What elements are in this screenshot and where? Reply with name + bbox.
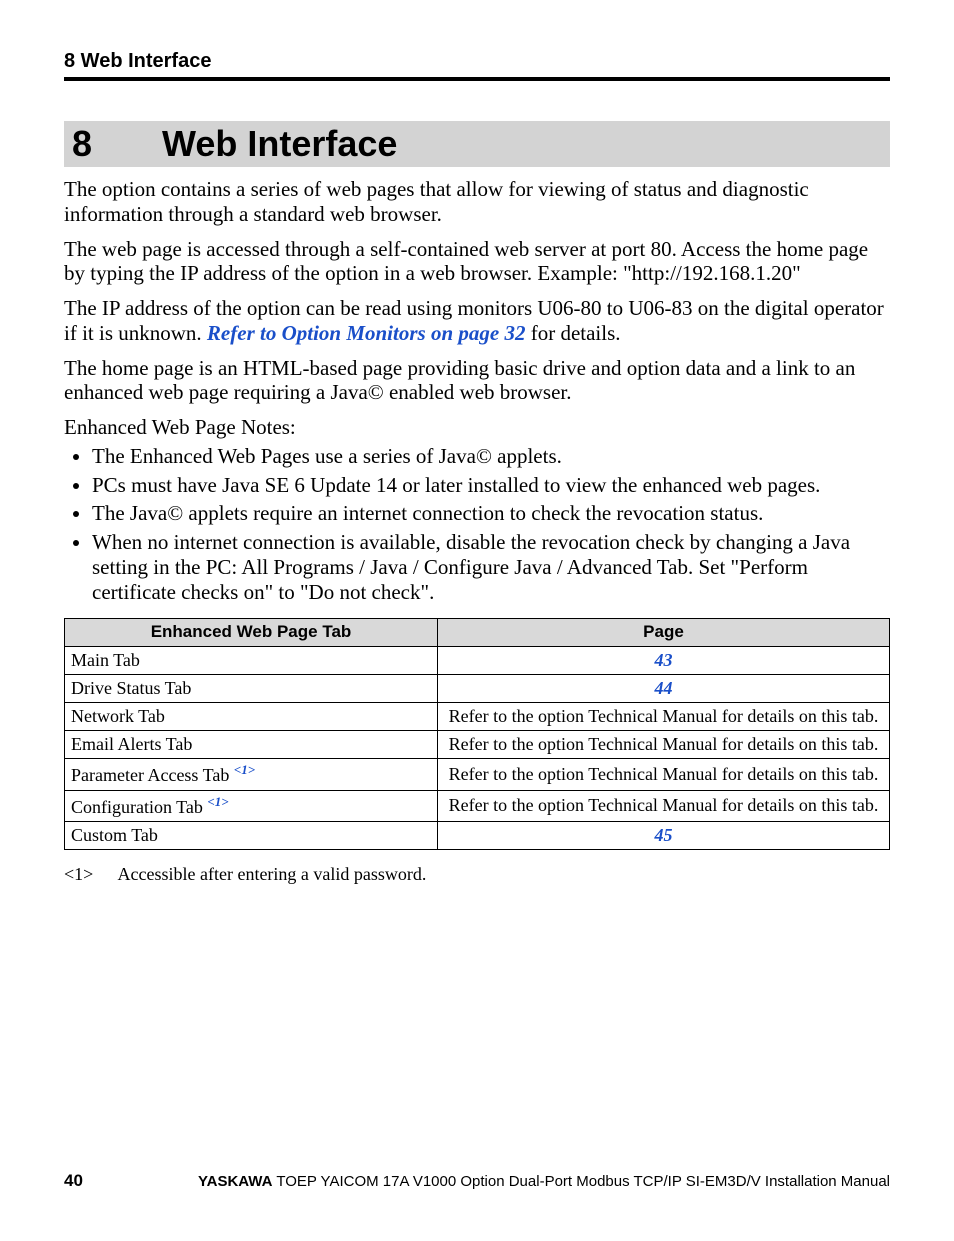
running-header: 8 Web Interface: [64, 50, 890, 81]
paragraph: The option contains a series of web page…: [64, 177, 890, 227]
tab-label: Custom Tab: [71, 825, 158, 845]
tab-label: Parameter Access Tab: [71, 765, 234, 785]
table-cell-tab: Email Alerts Tab: [65, 731, 438, 759]
table-row: Custom Tab 45: [65, 821, 890, 849]
notes-list: The Enhanced Web Pages use a series of J…: [64, 444, 890, 605]
table-cell-tab: Parameter Access Tab <1>: [65, 759, 438, 790]
table-cell-tab: Custom Tab: [65, 821, 438, 849]
footer-text: YASKAWA TOEP YAICOM 17A V1000 Option Dua…: [198, 1173, 890, 1190]
table-row: Parameter Access Tab <1> Refer to the op…: [65, 759, 890, 790]
table-cell-page: Refer to the option Technical Manual for…: [438, 703, 890, 731]
page-number: 40: [64, 1171, 83, 1191]
tab-label: Email Alerts Tab: [71, 734, 192, 754]
table-row: Main Tab 43: [65, 646, 890, 674]
page-link[interactable]: 43: [655, 650, 673, 670]
table-cell-page: 45: [438, 821, 890, 849]
table-cell-tab: Configuration Tab <1>: [65, 790, 438, 821]
table-cell-tab: Network Tab: [65, 703, 438, 731]
page-link[interactable]: 44: [655, 678, 673, 698]
chapter-heading: 8 Web Interface: [64, 121, 890, 167]
table-cell-page: Refer to the option Technical Manual for…: [438, 790, 890, 821]
footer-rest: TOEP YAICOM 17A V1000 Option Dual-Port M…: [272, 1173, 890, 1190]
table-row: Network Tab Refer to the option Technica…: [65, 703, 890, 731]
text-run: for details.: [525, 321, 620, 345]
paragraph: The IP address of the option can be read…: [64, 296, 890, 346]
table-cell-page: 44: [438, 674, 890, 702]
paragraph: Enhanced Web Page Notes:: [64, 415, 890, 440]
table-cell-page: 43: [438, 646, 890, 674]
page-link[interactable]: 45: [655, 825, 673, 845]
body-text: The option contains a series of web page…: [64, 177, 890, 885]
enhanced-web-page-table: Enhanced Web Page Tab Page Main Tab 43 D…: [64, 618, 890, 850]
footnote-text: Accessible after entering a valid passwo…: [118, 864, 427, 884]
tab-label: Configuration Tab: [71, 797, 207, 817]
page-text: Refer to the option Technical Manual for…: [449, 706, 879, 726]
table-header-row: Enhanced Web Page Tab Page: [65, 619, 890, 646]
chapter-number: 8: [72, 123, 162, 165]
table-row: Configuration Tab <1> Refer to the optio…: [65, 790, 890, 821]
footnote-marker: <1>: [207, 794, 228, 809]
list-item: When no internet connection is available…: [92, 530, 890, 604]
table-header-page: Page: [438, 619, 890, 646]
table-footnote: <1> Accessible after entering a valid pa…: [64, 864, 890, 885]
chapter-title: Web Interface: [162, 123, 397, 165]
page-text: Refer to the option Technical Manual for…: [449, 764, 879, 784]
footer-brand: YASKAWA: [198, 1173, 272, 1190]
page-text: Refer to the option Technical Manual for…: [449, 795, 879, 815]
list-item: PCs must have Java SE 6 Update 14 or lat…: [92, 473, 890, 498]
paragraph: The home page is an HTML-based page prov…: [64, 356, 890, 406]
table-cell-tab: Main Tab: [65, 646, 438, 674]
table-row: Email Alerts Tab Refer to the option Tec…: [65, 731, 890, 759]
table-row: Drive Status Tab 44: [65, 674, 890, 702]
table-cell-page: Refer to the option Technical Manual for…: [438, 759, 890, 790]
tab-label: Main Tab: [71, 650, 140, 670]
table-cell-tab: Drive Status Tab: [65, 674, 438, 702]
footnote-key: <1>: [64, 864, 114, 885]
cross-reference-link[interactable]: Refer to Option Monitors on page 32: [207, 321, 526, 345]
list-item: The Enhanced Web Pages use a series of J…: [92, 444, 890, 469]
table-header-tab: Enhanced Web Page Tab: [65, 619, 438, 646]
page-text: Refer to the option Technical Manual for…: [449, 734, 879, 754]
page-footer: 40 YASKAWA TOEP YAICOM 17A V1000 Option …: [64, 1171, 890, 1191]
paragraph: The web page is accessed through a self-…: [64, 237, 890, 287]
document-page: 8 Web Interface 8 Web Interface The opti…: [0, 0, 954, 1241]
tab-label: Network Tab: [71, 706, 165, 726]
footnote-marker: <1>: [234, 762, 255, 777]
tab-label: Drive Status Tab: [71, 678, 191, 698]
list-item: The Java© applets require an internet co…: [92, 501, 890, 526]
table-cell-page: Refer to the option Technical Manual for…: [438, 731, 890, 759]
